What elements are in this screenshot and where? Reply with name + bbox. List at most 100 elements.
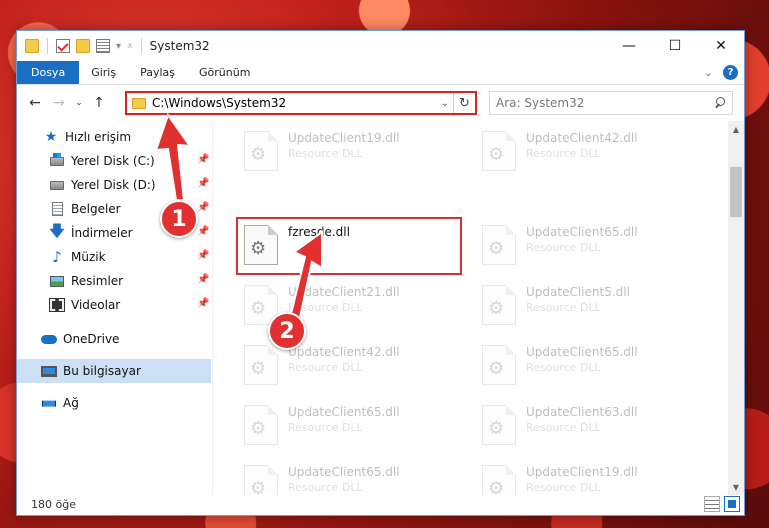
file-item[interactable]: ⚙ UpdateClient63.dll Resource DLL xyxy=(474,397,710,457)
pin-icon[interactable]: 📌 xyxy=(197,298,209,310)
address-dropdown-icon[interactable]: ⌄ xyxy=(437,98,453,109)
file-item[interactable]: ⚙ UpdateClient42.dll Resource DLL xyxy=(474,123,710,183)
videos-icon xyxy=(49,297,65,313)
large-icons-view-icon[interactable] xyxy=(724,496,740,512)
pictures-icon xyxy=(49,273,65,289)
file-item[interactable]: ⚙ UpdateClient65.dll Resource DLL xyxy=(236,457,472,495)
documents-icon xyxy=(49,201,65,217)
file-name: UpdateClient42.dll xyxy=(526,131,638,145)
file-item[interactable]: ⚙ UpdateClient19.dll Resource DLL xyxy=(236,123,472,183)
pin-icon[interactable]: 📌 xyxy=(197,202,209,214)
title-bar: ▾ ⩡ System32 — ☐ ✕ xyxy=(17,31,744,61)
pin-icon[interactable]: 📌 xyxy=(197,226,209,238)
sidebar-item-label: OneDrive xyxy=(63,332,120,346)
dll-file-icon: ⚙ xyxy=(244,465,278,495)
recent-locations-chevron-icon[interactable]: ⌄ xyxy=(71,91,87,115)
details-view-icon[interactable] xyxy=(704,496,720,512)
up-button[interactable]: ↑ xyxy=(87,91,111,115)
folder-icon[interactable] xyxy=(25,39,39,53)
pin-icon[interactable]: 📌 xyxy=(197,178,209,190)
navigation-pane: ★ Hızlı erişim Yerel Disk (C:) 📌 Yerel D… xyxy=(17,121,213,495)
sidebar-item-label: Yerel Disk (D:) xyxy=(71,178,156,192)
file-item[interactable]: ⚙ UpdateClient65.dll Resource DLL xyxy=(474,217,710,277)
sidebar-item-drive-c[interactable]: Yerel Disk (C:) 📌 xyxy=(17,149,211,173)
file-item[interactable]: ⚙ UpdateClient5.dll Resource DLL xyxy=(474,277,710,337)
customize-qat-icon[interactable]: ⩡ xyxy=(127,41,133,52)
title-divider xyxy=(140,38,142,54)
sidebar-item-label: Ağ xyxy=(63,396,79,410)
vertical-scrollbar[interactable]: ▲ ▼ xyxy=(728,121,744,495)
dll-file-icon: ⚙ xyxy=(482,345,516,385)
search-icon[interactable] xyxy=(714,97,726,109)
help-icon[interactable]: ? xyxy=(723,65,738,80)
folder-icon xyxy=(132,97,146,109)
dll-file-icon: ⚙ xyxy=(482,465,516,495)
file-type: Resource DLL xyxy=(288,147,363,160)
sidebar-item-music[interactable]: ♪ Müzik 📌 xyxy=(17,245,211,269)
file-item[interactable]: ⚙ UpdateClient65.dll Resource DLL xyxy=(236,397,472,457)
file-item[interactable]: ⚙ UpdateClient42.dll Resource DLL xyxy=(236,337,472,397)
minimize-button[interactable]: — xyxy=(606,31,652,61)
properties-check-icon[interactable] xyxy=(56,39,70,53)
sidebar-item-label: Videolar xyxy=(71,298,121,312)
file-name: UpdateClient65.dll xyxy=(288,405,400,419)
sidebar-item-quick-access[interactable]: ★ Hızlı erişim xyxy=(17,125,211,149)
scroll-thumb[interactable] xyxy=(730,167,742,217)
file-name: UpdateClient19.dll xyxy=(526,465,638,479)
address-path[interactable]: C:\Windows\System32 xyxy=(152,96,437,110)
address-bar[interactable]: C:\Windows\System32 ⌄ ↻ xyxy=(125,91,477,115)
tab-file[interactable]: Dosya xyxy=(17,61,80,84)
dropdown-arrow-icon[interactable]: ▾ xyxy=(116,41,121,52)
network-icon xyxy=(41,395,57,411)
window-controls: — ☐ ✕ xyxy=(606,31,744,61)
tab-home[interactable]: Giriş xyxy=(79,61,128,84)
close-button[interactable]: ✕ xyxy=(698,31,744,61)
pin-icon[interactable]: 📌 xyxy=(197,154,209,166)
dll-file-icon: ⚙ xyxy=(482,405,516,445)
sidebar-item-label: Müzik xyxy=(71,250,106,264)
forward-button[interactable]: → xyxy=(47,91,71,115)
dll-file-icon: ⚙ xyxy=(482,131,516,171)
file-list: ⚙ UpdateClient19.dll Resource DLL ⚙ fzres… xyxy=(214,121,730,495)
file-type: Resource DLL xyxy=(526,421,601,434)
tab-view[interactable]: Görünüm xyxy=(187,61,262,84)
scroll-up-icon[interactable]: ▲ xyxy=(728,121,744,137)
onedrive-icon xyxy=(41,331,57,347)
sidebar-item-label: Resimler xyxy=(71,274,124,288)
ribbon-expand-chevron-icon[interactable]: ⌄ xyxy=(704,66,713,79)
ribbon-tabs: Dosya Giriş Paylaş Görünüm ⌄ ? xyxy=(17,61,744,85)
downloads-icon: 🡇 xyxy=(49,221,65,240)
tab-share[interactable]: Paylaş xyxy=(128,61,187,84)
file-type: Resource DLL xyxy=(526,301,601,314)
search-input[interactable]: Ara: System32 xyxy=(496,96,714,110)
file-name: UpdateClient19.dll xyxy=(288,131,400,145)
back-button[interactable]: ← xyxy=(23,91,47,115)
file-type: Resource DLL xyxy=(288,421,363,434)
file-name: UpdateClient65.dll xyxy=(526,345,638,359)
this-pc-icon xyxy=(41,363,57,379)
sidebar-item-network[interactable]: Ağ xyxy=(17,391,211,415)
maximize-button[interactable]: ☐ xyxy=(652,31,698,61)
sidebar-item-onedrive[interactable]: OneDrive xyxy=(17,327,211,351)
file-type: Resource DLL xyxy=(288,301,363,314)
sidebar-item-this-pc[interactable]: Bu bilgisayar xyxy=(17,359,211,383)
new-folder-icon[interactable] xyxy=(76,39,90,53)
drive-c-icon xyxy=(49,152,65,169)
refresh-button[interactable]: ↻ xyxy=(453,93,475,113)
file-type: Resource DLL xyxy=(526,147,601,160)
file-item[interactable]: ⚙ UpdateClient19.dll Resource DLL xyxy=(474,457,710,495)
file-name: UpdateClient63.dll xyxy=(526,405,638,419)
search-box[interactable]: Ara: System32 xyxy=(489,91,733,115)
navigation-bar: ← → ⌄ ↑ C:\Windows\System32 ⌄ ↻ Ara: Sys… xyxy=(17,86,744,120)
sidebar-item-pictures[interactable]: Resimler 📌 xyxy=(17,269,211,293)
file-type: Resource DLL xyxy=(526,361,601,374)
step-1-badge: 1 xyxy=(160,200,198,238)
sidebar-item-videos[interactable]: Videolar 📌 xyxy=(17,293,211,317)
dll-file-icon: ⚙ xyxy=(244,131,278,171)
pin-icon[interactable]: 📌 xyxy=(197,250,209,262)
customize-view-icon[interactable] xyxy=(96,39,110,53)
sidebar-item-drive-d[interactable]: Yerel Disk (D:) 📌 xyxy=(17,173,211,197)
file-item[interactable]: ⚙ UpdateClient65.dll Resource DLL xyxy=(474,337,710,397)
pin-icon[interactable]: 📌 xyxy=(197,274,209,286)
file-name: UpdateClient21.dll xyxy=(288,285,400,299)
